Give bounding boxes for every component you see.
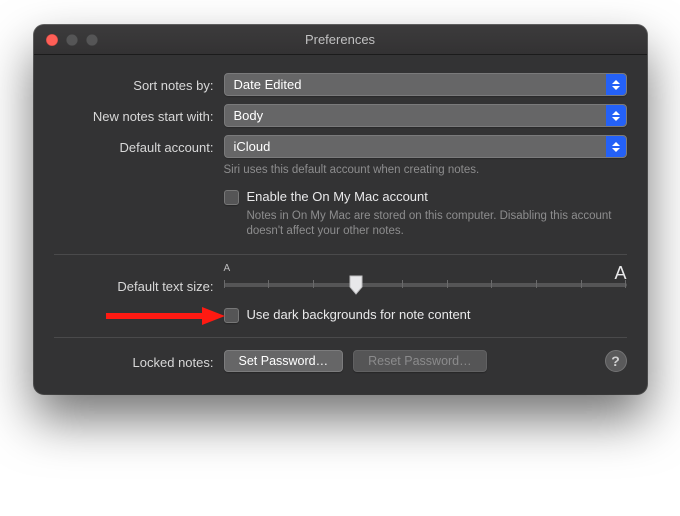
dark-backgrounds-label: Use dark backgrounds for note content [247, 307, 471, 322]
divider [54, 254, 627, 255]
sort-label: Sort notes by: [54, 73, 224, 93]
slider-thumb-icon[interactable] [349, 275, 363, 295]
help-button[interactable]: ? [605, 350, 627, 372]
start-select-value: Body [234, 108, 264, 123]
textsize-slider[interactable]: A A [224, 267, 627, 299]
onmymac-label: Enable the On My Mac account [247, 189, 627, 204]
chevron-updown-icon [606, 105, 626, 126]
help-icon: ? [611, 353, 620, 369]
account-select-value: iCloud [234, 139, 271, 154]
chevron-updown-icon [606, 74, 626, 95]
sort-select-value: Date Edited [234, 77, 302, 92]
content: Sort notes by: Date Edited New notes sta… [34, 55, 647, 394]
divider [54, 337, 627, 338]
account-hint: Siri uses this default account when crea… [224, 163, 627, 179]
window-title: Preferences [34, 32, 647, 47]
onmymac-checkbox[interactable] [224, 190, 239, 205]
account-select[interactable]: iCloud [224, 135, 627, 158]
reset-password-button: Reset Password… [353, 350, 487, 372]
titlebar[interactable]: Preferences [34, 25, 647, 55]
sort-select[interactable]: Date Edited [224, 73, 627, 96]
start-select[interactable]: Body [224, 104, 627, 127]
onmymac-hint: Notes in On My Mac are stored on this co… [247, 209, 627, 240]
textsize-label: Default text size: [54, 267, 224, 294]
start-label: New notes start with: [54, 104, 224, 124]
locked-label: Locked notes: [54, 350, 224, 370]
dark-backgrounds-checkbox[interactable] [224, 308, 239, 323]
preferences-window: Preferences Sort notes by: Date Edited N… [34, 25, 647, 394]
set-password-button[interactable]: Set Password… [224, 350, 344, 372]
account-label: Default account: [54, 135, 224, 155]
chevron-updown-icon [606, 136, 626, 157]
